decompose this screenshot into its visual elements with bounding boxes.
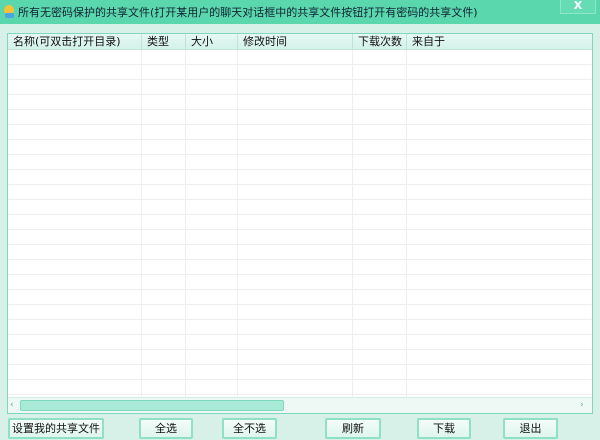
scroll-left-icon[interactable]: ‹ [10,400,20,411]
column-header-type[interactable]: 类型 [142,34,186,50]
column-header-source[interactable]: 来自于 [407,34,592,50]
close-button[interactable]: X [560,0,596,14]
app-icon [4,5,14,18]
column-divider [352,50,353,397]
column-divider [406,50,407,397]
column-divider [141,50,142,397]
scroll-right-icon[interactable]: › [580,400,590,411]
column-header-modified[interactable]: 修改时间 [238,34,353,50]
select-none-button[interactable]: 全不选 [222,418,277,439]
column-divider [237,50,238,397]
shared-files-list[interactable]: 名称(可双击打开目录) 类型 大小 修改时间 下载次数 来自于 ‹ › [7,33,593,414]
column-header-name[interactable]: 名称(可双击打开目录) [8,34,142,50]
column-header-size[interactable]: 大小 [186,34,238,50]
exit-button[interactable]: 退出 [503,418,558,439]
download-button[interactable]: 下载 [417,418,471,439]
set-my-shared-files-button[interactable]: 设置我的共享文件 [8,418,104,439]
column-header-downloads[interactable]: 下载次数 [353,34,407,50]
list-body [8,50,592,397]
list-header: 名称(可双击打开目录) 类型 大小 修改时间 下载次数 来自于 [8,34,592,50]
window-client: 名称(可双击打开目录) 类型 大小 修改时间 下载次数 来自于 ‹ › 设置我的… [0,24,600,440]
horizontal-scrollbar[interactable]: ‹ › [8,397,592,413]
select-all-button[interactable]: 全选 [139,418,193,439]
refresh-button[interactable]: 刷新 [325,418,381,439]
window-title: 所有无密码保护的共享文件(打开某用户的聊天对话框中的共享文件按钮打开有密码的共享… [18,6,478,19]
title-bar: 所有无密码保护的共享文件(打开某用户的聊天对话框中的共享文件按钮打开有密码的共享… [0,0,600,24]
scrollbar-thumb[interactable] [20,400,284,411]
column-divider [185,50,186,397]
